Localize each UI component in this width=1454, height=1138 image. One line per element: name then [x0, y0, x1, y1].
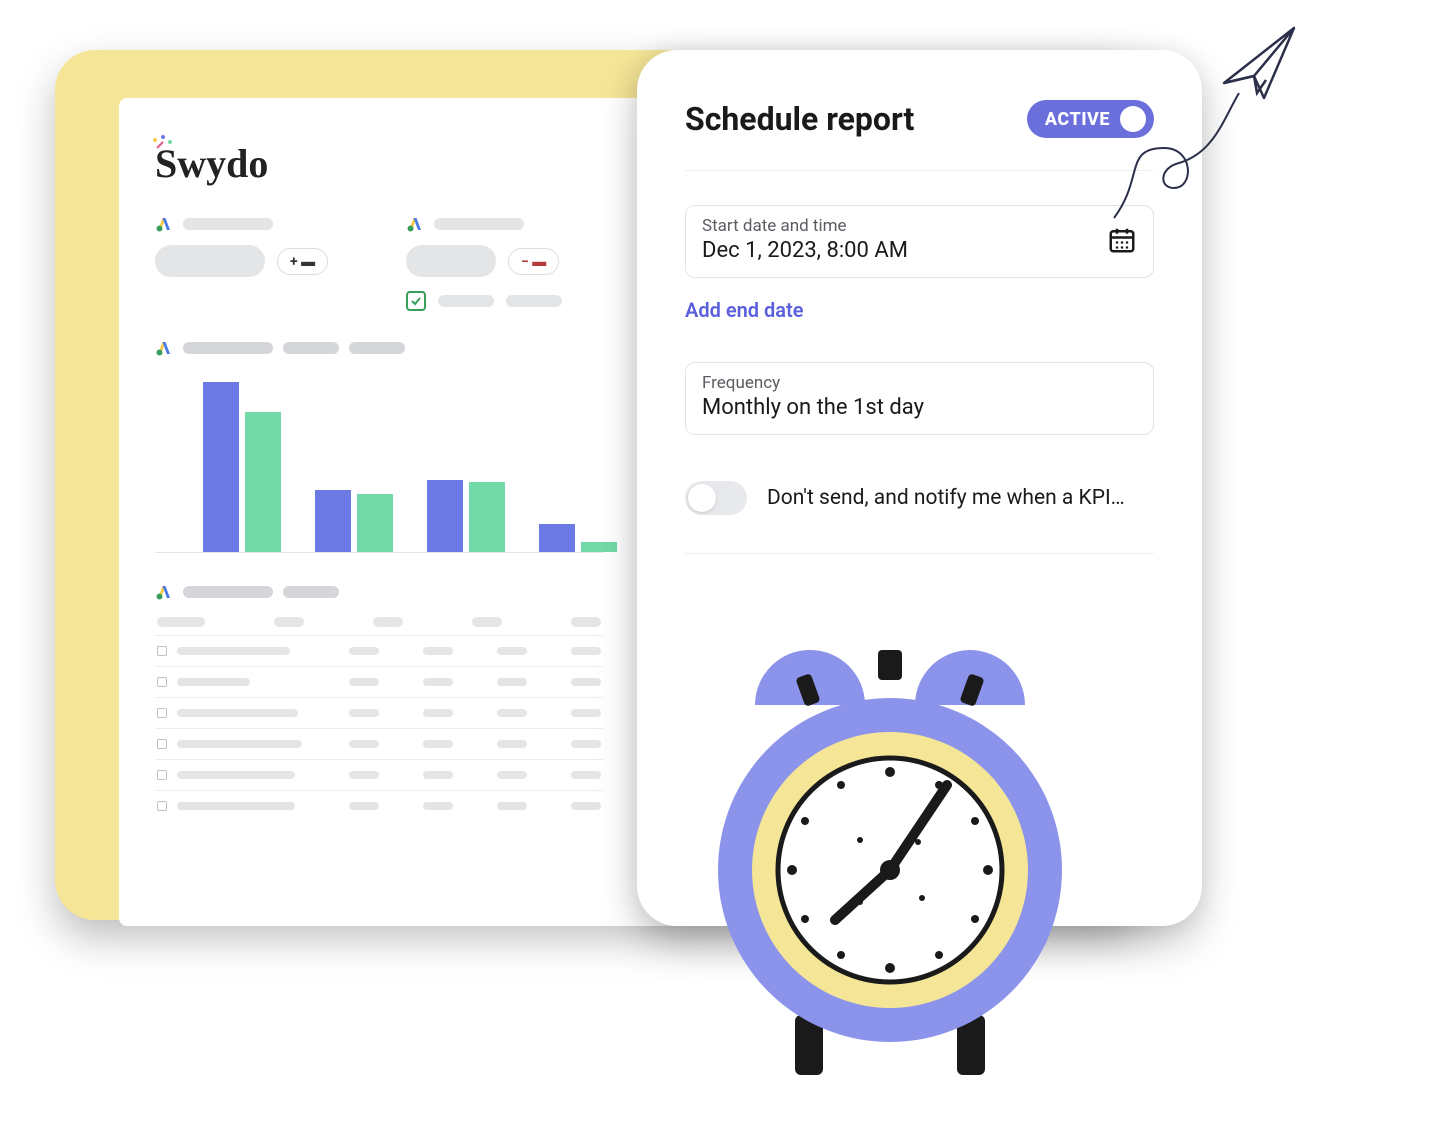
start-date-label: Start date and time: [702, 216, 1095, 236]
table-row: [155, 635, 603, 666]
alarm-clock-icon: [700, 620, 1080, 1100]
google-ads-icon: [155, 339, 173, 357]
kpi-notify-label: Don't send, and notify me when a KPI…: [767, 486, 1125, 510]
table-widget: [155, 583, 603, 821]
bar: [539, 524, 575, 552]
google-ads-icon: [155, 583, 173, 601]
confetti-icon: [151, 134, 175, 158]
paper-plane-icon: [1084, 18, 1304, 278]
table-row: [155, 697, 603, 728]
bar: [357, 494, 393, 552]
table-row: [155, 666, 603, 697]
bar-chart: [155, 373, 603, 553]
kpi-widget-1: + ▬: [155, 215, 352, 311]
chart-widget: [155, 339, 603, 553]
checkbox-checked[interactable]: [406, 291, 426, 311]
kpi-notify-toggle[interactable]: [685, 481, 747, 515]
kpi-widget-2: − ▬: [406, 215, 603, 311]
bar: [427, 480, 463, 552]
add-end-date-link[interactable]: Add end date: [685, 298, 804, 322]
add-chip[interactable]: + ▬: [277, 248, 328, 275]
bar: [581, 542, 617, 552]
frequency-label: Frequency: [702, 373, 1137, 393]
google-ads-icon: [155, 215, 173, 233]
table-row: [155, 790, 603, 821]
google-ads-icon: [406, 215, 424, 233]
frequency-field[interactable]: Frequency Monthly on the 1st day: [685, 362, 1154, 435]
remove-chip[interactable]: − ▬: [508, 248, 559, 275]
bar: [203, 382, 239, 552]
table-row: [155, 759, 603, 790]
table-row: [155, 728, 603, 759]
bar: [315, 490, 351, 552]
frequency-value: Monthly on the 1st day: [702, 395, 1137, 420]
start-date-value: Dec 1, 2023, 8:00 AM: [702, 238, 1095, 263]
report-preview: Swydo + ▬: [119, 98, 639, 926]
bar: [469, 482, 505, 552]
panel-title: Schedule report: [685, 100, 914, 138]
bar: [245, 412, 281, 552]
logo: Swydo: [155, 140, 268, 187]
